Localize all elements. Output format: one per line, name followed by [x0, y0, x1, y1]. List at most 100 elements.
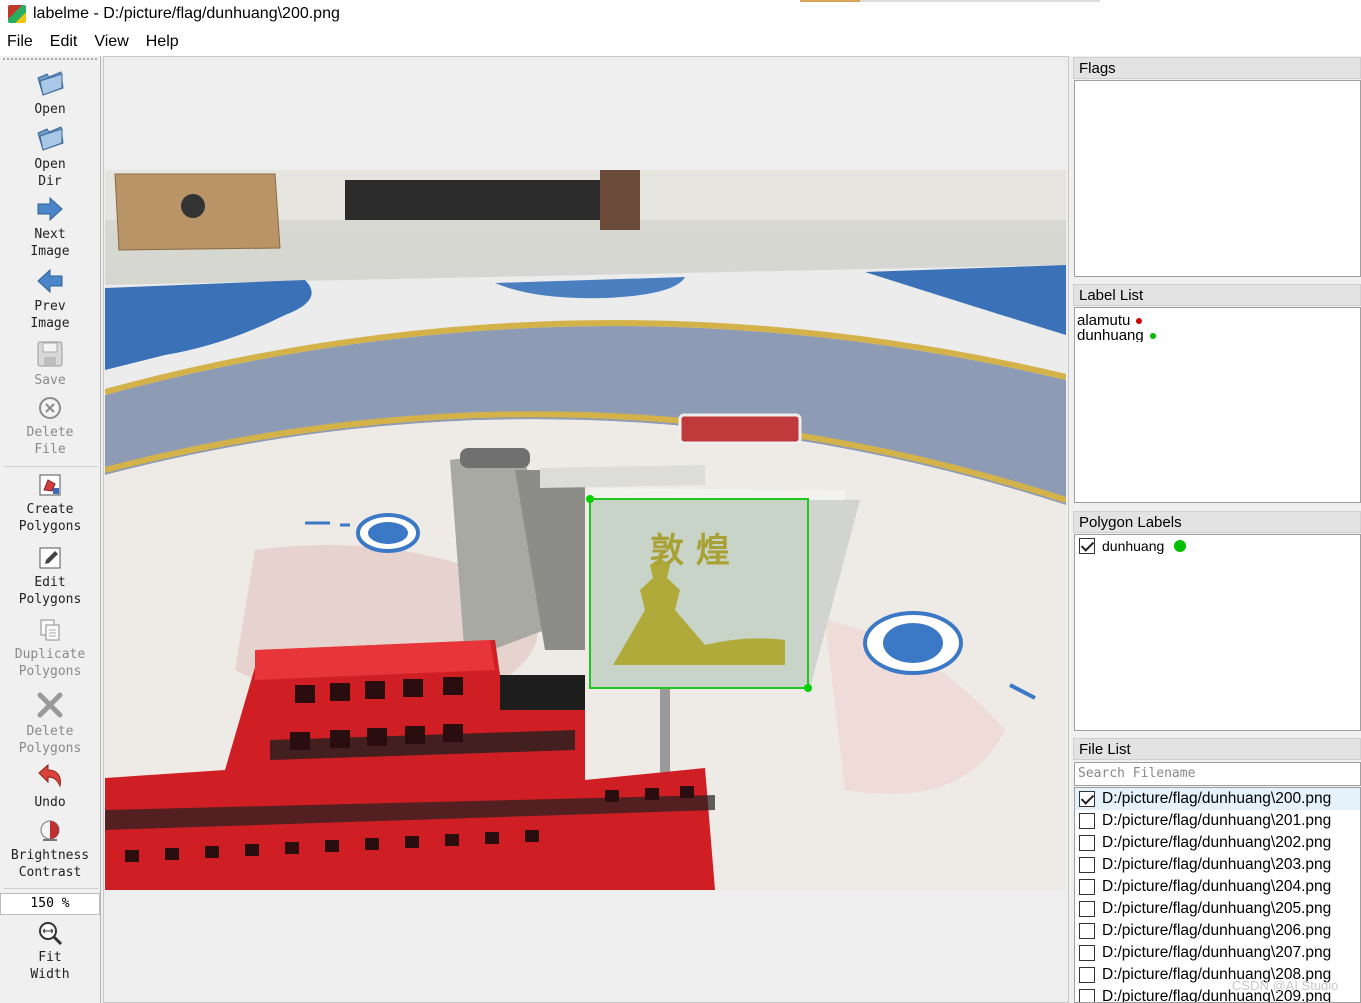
flags-list[interactable]	[1074, 80, 1361, 277]
zoom-fit-width-icon	[39, 922, 63, 946]
polygon-vertex[interactable]	[586, 495, 594, 503]
open-dir-label-2: Dir	[38, 174, 62, 189]
duplicate-polygons-label-1: Duplicate	[14, 647, 86, 662]
title-bar: labelme - D:/picture/flag/dunhuang\200.p…	[0, 0, 1361, 28]
brightness-contrast-label-1: Brightness	[10, 848, 90, 863]
window-title: labelme - D:/picture/flag/dunhuang\200.p…	[33, 5, 340, 22]
prev-image-button[interactable]: Prev Image	[0, 267, 100, 332]
duplicate-copy-icon	[40, 619, 60, 641]
polygon-color-dot	[1174, 540, 1187, 552]
file-list-item[interactable]: D:/picture/flag/dunhuang\202.png	[1075, 832, 1360, 854]
file-list-item[interactable]: D:/picture/flag/dunhuang\200.png	[1075, 788, 1360, 810]
file-path: D:/picture/flag/dunhuang\206.png	[1102, 922, 1332, 939]
file-path: D:/picture/flag/dunhuang\207.png	[1102, 944, 1332, 961]
file-path: D:/picture/flag/dunhuang\205.png	[1102, 900, 1332, 917]
labelme-app-icon	[8, 5, 26, 23]
fit-width-label-2: Width	[30, 967, 70, 982]
save-label: Save	[34, 373, 66, 388]
file-checkbox[interactable]	[1079, 813, 1095, 829]
file-list-item[interactable]: D:/picture/flag/dunhuang\207.png	[1075, 942, 1360, 964]
polygon-label-item[interactable]: dunhuang	[1075, 535, 1360, 557]
delete-file-button[interactable]: Delete File	[0, 395, 100, 458]
menu-view[interactable]: View	[94, 33, 128, 51]
file-checkbox[interactable]	[1079, 989, 1095, 1002]
label-item-alamutu[interactable]: alamutu	[1075, 312, 1360, 329]
watermark-text: CSDN @AI Studio	[1232, 978, 1339, 993]
polygon-labels-title: Polygon Labels	[1073, 511, 1361, 533]
menu-file[interactable]: File	[7, 33, 33, 51]
delete-circle-icon	[39, 397, 61, 419]
scene-photo: 敦 煌	[105, 170, 1066, 890]
file-path: D:/picture/flag/dunhuang\204.png	[1102, 878, 1332, 895]
file-checkbox[interactable]	[1079, 923, 1095, 939]
prev-image-label-1: Prev	[34, 299, 66, 314]
file-checkbox[interactable]	[1079, 791, 1095, 807]
file-checkbox[interactable]	[1079, 967, 1095, 983]
toolbar-separator	[4, 466, 98, 467]
edit-pencil-icon	[39, 547, 61, 569]
image-canvas[interactable]: 敦 煌	[103, 56, 1069, 1003]
file-checkbox[interactable]	[1079, 857, 1095, 873]
delete-file-label-1: Delete	[26, 425, 74, 440]
file-list-item[interactable]: D:/picture/flag/dunhuang\206.png	[1075, 920, 1360, 942]
label-item-dunhuang[interactable]: dunhuang	[1075, 329, 1360, 342]
next-image-label-2: Image	[30, 244, 70, 259]
polygon-dunhuang[interactable]	[589, 498, 809, 689]
file-list-item[interactable]: D:/picture/flag/dunhuang\203.png	[1075, 854, 1360, 876]
edit-polygons-label-2: Polygons	[18, 592, 82, 607]
file-list-item[interactable]: D:/picture/flag/dunhuang\204.png	[1075, 876, 1360, 898]
delete-polygons-button[interactable]: Delete Polygons	[0, 690, 100, 757]
polygon-labels-list[interactable]: dunhuang	[1074, 534, 1361, 731]
toolbar-separator	[4, 888, 98, 889]
file-list-item[interactable]: D:/picture/flag/dunhuang\205.png	[1075, 898, 1360, 920]
file-list-item[interactable]: D:/picture/flag/dunhuang\201.png	[1075, 810, 1360, 832]
label-color-dot	[1136, 317, 1143, 324]
floppy-disk-icon	[37, 341, 63, 367]
delete-x-icon	[37, 692, 63, 718]
duplicate-polygons-button[interactable]: Duplicate Polygons	[0, 617, 100, 680]
polygon-visible-checkbox[interactable]	[1079, 538, 1095, 554]
polygon-vertex[interactable]	[804, 684, 812, 692]
zoom-value-field[interactable]: 150 %	[0, 893, 100, 915]
file-list[interactable]: D:/picture/flag/dunhuang\200.png D:/pict…	[1074, 787, 1361, 1003]
label-name: alamutu	[1077, 312, 1131, 329]
open-label: Open	[34, 102, 66, 117]
arrow-right-icon	[37, 196, 63, 222]
file-path: D:/picture/flag/dunhuang\202.png	[1102, 834, 1332, 851]
file-checkbox[interactable]	[1079, 879, 1095, 895]
delete-polygons-label-2: Polygons	[18, 741, 82, 756]
menu-edit[interactable]: Edit	[50, 33, 78, 51]
save-button[interactable]: Save	[0, 339, 100, 389]
annotated-image[interactable]: 敦 煌	[105, 170, 1066, 890]
label-name: dunhuang	[1077, 329, 1144, 342]
polygon-label-name: dunhuang	[1102, 538, 1165, 554]
brightness-contrast-label-2: Contrast	[18, 865, 82, 880]
edit-polygons-button[interactable]: Edit Polygons	[0, 545, 100, 608]
undo-label: Undo	[34, 795, 66, 810]
toolbar-grip[interactable]	[3, 58, 97, 60]
tools-toolbar: Open Open Dir Next Image Prev Image Save…	[0, 56, 101, 1003]
create-polygons-label-1: Create	[26, 502, 74, 517]
title-accent-line	[860, 0, 1100, 2]
open-button[interactable]: Open	[0, 68, 100, 118]
right-dock-panel: Flags Label List alamutu dunhuang Polygo…	[1073, 56, 1361, 1003]
file-checkbox[interactable]	[1079, 945, 1095, 961]
create-polygon-icon	[39, 474, 61, 496]
file-path: D:/picture/flag/dunhuang\203.png	[1102, 856, 1332, 873]
open-dir-button[interactable]: Open Dir	[0, 123, 100, 190]
brightness-contrast-button[interactable]: Brightness Contrast	[0, 818, 100, 881]
duplicate-polygons-label-2: Polygons	[18, 664, 82, 679]
undo-button[interactable]: Undo	[0, 761, 100, 811]
next-image-button[interactable]: Next Image	[0, 195, 100, 260]
label-list[interactable]: alamutu dunhuang	[1074, 307, 1361, 503]
menu-help[interactable]: Help	[146, 33, 179, 51]
create-polygons-button[interactable]: Create Polygons	[0, 472, 100, 535]
arrow-left-icon	[37, 268, 63, 294]
file-list-title: File List	[1073, 738, 1361, 760]
label-list-title: Label List	[1073, 284, 1361, 306]
file-checkbox[interactable]	[1079, 835, 1095, 851]
fit-width-button[interactable]: Fit Width	[0, 920, 100, 983]
file-checkbox[interactable]	[1079, 901, 1095, 917]
undo-arrow-icon	[38, 763, 61, 788]
search-filename-input[interactable]: Search Filename	[1074, 762, 1361, 786]
